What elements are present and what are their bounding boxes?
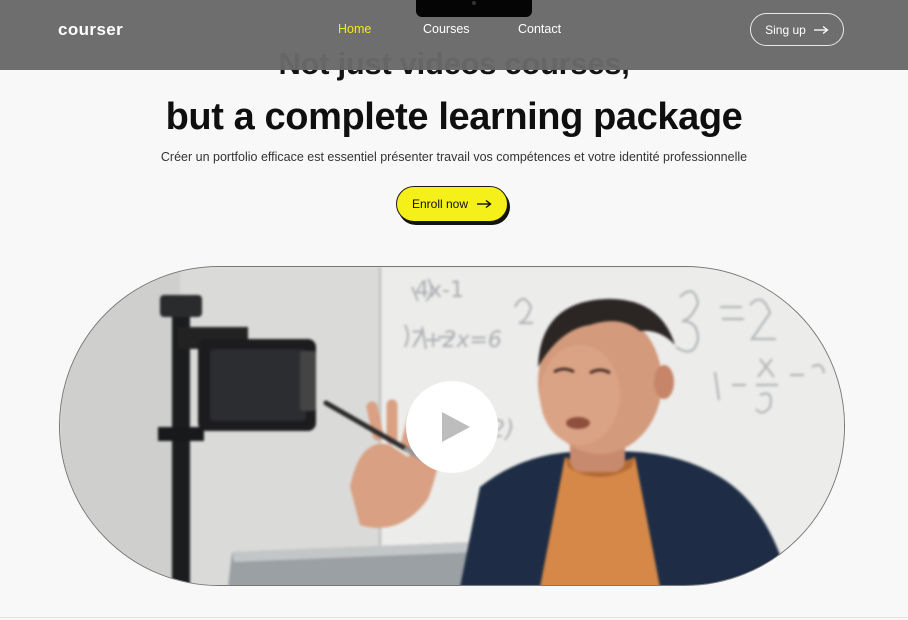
sign-up-label: Sing up: [765, 22, 806, 37]
arrow-right-icon: [813, 25, 829, 34]
top-navbar: courser Home Courses Contact Sing up: [0, 0, 908, 70]
courser-logo[interactable]: courser: [58, 20, 123, 40]
play-icon: [442, 412, 470, 442]
nav-link-courses[interactable]: Courses: [423, 22, 470, 36]
camera-notch: [416, 0, 532, 17]
play-button[interactable]: [406, 381, 498, 473]
arrow-right-icon: [477, 199, 492, 209]
hero-headline: but a complete learning package: [165, 96, 743, 138]
board-text-2: 7+2x=6: [410, 328, 502, 353]
section-divider: [0, 617, 908, 618]
sign-up-button[interactable]: Sing up: [750, 13, 844, 46]
hero-subtitle: Créer un portfolio efficace est essentie…: [160, 150, 748, 164]
video-player[interactable]: 4x-1 7+2x=6 2): [59, 266, 845, 586]
enroll-now-button[interactable]: Enroll now: [396, 186, 508, 222]
nav-link-contact[interactable]: Contact: [518, 22, 561, 36]
board-text-1: 4x-1: [415, 278, 464, 303]
nav-link-home[interactable]: Home: [338, 22, 371, 36]
camera-dot: [472, 1, 476, 5]
enroll-now-label: Enroll now: [411, 197, 469, 211]
